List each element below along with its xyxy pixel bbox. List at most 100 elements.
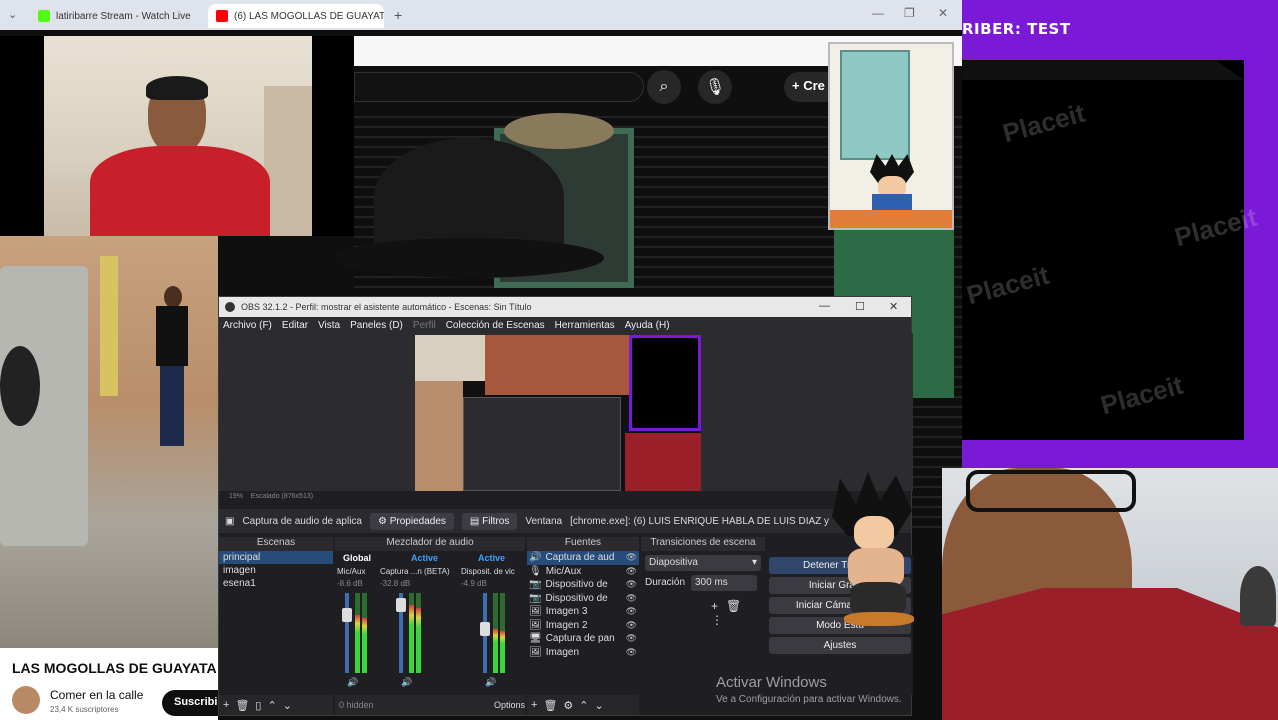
source-item[interactable]: 🖼 Imagen 2 👁 (527, 619, 639, 633)
mute-icon[interactable]: 🔊 (485, 677, 496, 688)
menu-paneles[interactable]: Paneles (D) (350, 320, 403, 331)
monitor-icon: 🖥 (529, 633, 542, 645)
menu-coleccion[interactable]: Colección de Escenas (446, 320, 545, 331)
woman-figure (150, 286, 194, 456)
obs-close-button[interactable]: ✕ (889, 300, 898, 313)
transitions-dock-header: Transiciones de escena (641, 537, 765, 551)
source-item[interactable]: 🎙 Mic/Aux 👁 (527, 565, 639, 579)
source-label: Imagen (545, 646, 580, 658)
menu-perfil[interactable]: Perfil (413, 320, 436, 331)
obs-minimize-button[interactable]: — (819, 300, 830, 312)
filter-icon[interactable]: ▯ (255, 699, 261, 712)
goku-figure (864, 154, 920, 214)
close-window-button[interactable]: ✕ (938, 6, 948, 20)
camera-icon: 📷 (529, 579, 542, 591)
video-title[interactable]: LAS MOGOLLAS DE GUAYATA (0, 648, 218, 676)
search-input[interactable] (354, 72, 644, 102)
mixer-dock-header: Mezclador de audio (335, 537, 525, 551)
youtube-favicon-icon (216, 10, 228, 22)
add-icon[interactable]: + (531, 699, 537, 711)
add-icon[interactable]: + (223, 699, 229, 711)
fridge (840, 50, 910, 160)
maximize-button[interactable]: ❐ (904, 6, 915, 20)
eye-icon[interactable]: 👁 (626, 552, 637, 563)
eye-icon[interactable]: 👁 (626, 566, 637, 577)
channel-avatar[interactable] (12, 686, 40, 714)
person-hair (146, 76, 208, 100)
mixer-tab-active[interactable]: Active (478, 553, 505, 563)
tab-search-icon[interactable]: ⌄ (8, 8, 17, 21)
duration-input[interactable]: 300 ms (691, 575, 757, 591)
menu-archivo[interactable]: Archivo (F) (223, 320, 272, 331)
minimize-button[interactable]: — (872, 6, 884, 20)
volume-fader[interactable] (345, 593, 349, 673)
image-icon: 🖼 (529, 646, 542, 658)
scene-item[interactable]: imagen (219, 564, 333, 577)
eye-icon[interactable]: 👁 (626, 606, 637, 617)
mute-icon[interactable]: 🔊 (401, 677, 412, 688)
source-label: Mic/Aux (545, 565, 582, 577)
obs-menubar: Archivo (F) Editar Vista Paneles (D) Per… (219, 317, 911, 333)
scenes-dock-header: Escenas (219, 537, 333, 551)
mixer-tab-active[interactable]: Active (411, 553, 438, 563)
tab-kick[interactable]: latiribarre Stream - Watch Live (30, 4, 206, 28)
down-icon[interactable]: ⌄ (595, 699, 604, 712)
obs-maximize-button[interactable]: ☐ (855, 300, 865, 313)
mute-icon[interactable]: 🔊 (347, 677, 358, 688)
tab-youtube[interactable]: (6) LAS MOGOLLAS DE GUAYATA (208, 4, 384, 28)
fader-knob[interactable] (342, 608, 352, 623)
voice-search-button[interactable]: 🎙 (698, 70, 732, 104)
source-type-icon: ▣ (225, 515, 235, 527)
sources-dock-header: Fuentes (527, 537, 639, 551)
create-button[interactable]: + Cre (784, 72, 834, 102)
search-button[interactable]: ⌕ (647, 70, 681, 104)
channel-name[interactable]: Comer en la calle (50, 688, 143, 702)
mini-video (485, 335, 629, 395)
window-select[interactable]: [chrome.exe]: (6) LUIS ENRIQUE HABLA DE … (570, 516, 829, 527)
mini-obs (463, 397, 621, 491)
eye-icon[interactable]: 👁 (626, 620, 637, 631)
menu-herramientas[interactable]: Herramientas (555, 320, 615, 331)
more-icon[interactable]: ⋮ (711, 613, 731, 627)
obs-logo-icon (225, 302, 235, 312)
source-item[interactable]: 🖥 Captura de pan 👁 (527, 632, 639, 646)
properties-button[interactable]: ⚙ Propiedades (369, 512, 454, 530)
source-item[interactable]: 🖼 Imagen 👁 (527, 646, 639, 660)
transition-select[interactable]: Diapositiva ▾ (645, 555, 761, 571)
scenes-toolbar: + 🗑 ▯ ⌃ ⌄ (219, 695, 333, 715)
obs-preview[interactable] (219, 333, 913, 491)
down-icon[interactable]: ⌄ (283, 699, 292, 712)
trash-icon[interactable]: 🗑 (726, 599, 749, 613)
source-item[interactable]: 🔊 Captura de aud 👁 (527, 551, 639, 565)
source-item[interactable]: 📷 Dispositivo de 👁 (527, 592, 639, 606)
source-item[interactable]: 🖼 Imagen 3 👁 (527, 605, 639, 619)
scene-item[interactable]: esena1 (219, 577, 333, 590)
trash-icon[interactable]: 🗑 (235, 699, 249, 712)
options-button[interactable]: Options (494, 700, 525, 710)
eye-icon[interactable]: 👁 (626, 647, 637, 658)
level-meter (355, 615, 360, 673)
fader-knob[interactable] (396, 598, 406, 612)
source-label: Captura de pan (545, 633, 615, 645)
trash-icon[interactable]: 🗑 (543, 699, 557, 712)
scene-item[interactable]: principal (219, 551, 333, 564)
menu-vista[interactable]: Vista (318, 320, 340, 331)
menu-ayuda[interactable]: Ayuda (H) (625, 320, 670, 331)
menu-editar[interactable]: Editar (282, 320, 308, 331)
eye-icon[interactable]: 👁 (626, 633, 637, 644)
up-icon[interactable]: ⌃ (267, 699, 276, 712)
source-item[interactable]: 📷 Dispositivo de 👁 (527, 578, 639, 592)
video-info: LAS MOGOLLAS DE GUAYATA Comer en la call… (0, 648, 232, 720)
windows-activation-notice: Activar Windows Ve a Configuración para … (716, 674, 902, 705)
new-tab-button[interactable]: + (394, 7, 402, 23)
up-icon[interactable]: ⌃ (579, 699, 588, 712)
fader-knob[interactable] (480, 622, 490, 636)
red-shirt (942, 588, 1278, 720)
add-icon[interactable]: + (711, 599, 726, 613)
eye-icon[interactable]: 👁 (626, 593, 637, 604)
subscriber-count: 23,4 K suscriptores (50, 705, 119, 714)
gear-icon[interactable]: ⚙ (563, 699, 573, 712)
mixer-tab-global[interactable]: Global (343, 553, 371, 563)
eye-icon[interactable]: 👁 (626, 579, 637, 590)
filters-button[interactable]: ▤ Filtros (461, 512, 518, 530)
